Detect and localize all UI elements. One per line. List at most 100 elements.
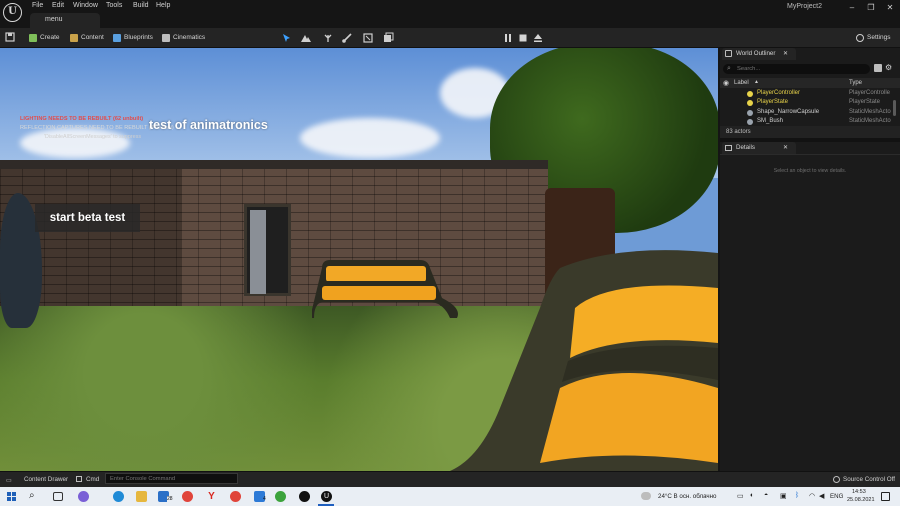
unreal-editor-icon[interactable]: U: [321, 491, 332, 502]
start-beta-test-button[interactable]: start beta test: [35, 204, 140, 232]
row-label: PlayerController: [757, 90, 801, 96]
menu-help[interactable]: Help: [156, 2, 170, 9]
opera-icon[interactable]: [182, 491, 193, 502]
landscape-mode-icon[interactable]: [300, 32, 312, 44]
lighting-warning: LIGHTING NEEDS TO BE REBUILT (62 unbuilt…: [20, 116, 144, 122]
details-hint: Select an object to view details.: [773, 168, 847, 174]
xbox-icon[interactable]: [275, 491, 286, 502]
close-icon[interactable]: ✕: [883, 2, 897, 14]
source-control-status[interactable]: Source Control Off: [843, 476, 895, 483]
level-viewport[interactable]: LIGHTING NEEDS TO BE REBUILT (62 unbuilt…: [0, 48, 718, 471]
tray-icon[interactable]: ◐: [750, 492, 754, 499]
blueprint-icon: [113, 34, 121, 42]
unreal-logo-icon[interactable]: U: [3, 3, 22, 22]
create-button[interactable]: Create: [29, 32, 60, 44]
row-label: SM_Bush: [757, 118, 784, 124]
eye-icon[interactable]: ◉: [723, 79, 729, 87]
terminal-icon: [76, 476, 82, 482]
fracture-mode-icon[interactable]: [362, 32, 374, 44]
wifi-icon[interactable]: ◠: [809, 492, 815, 500]
task-view-icon[interactable]: [53, 492, 63, 501]
browser-icon[interactable]: [230, 491, 241, 502]
search-icon: ⌕: [727, 65, 731, 72]
cloud: [300, 118, 440, 158]
settings-button[interactable]: Settings: [856, 32, 891, 44]
main-toolbar: Create Content Blueprints Cinematics Set…: [0, 28, 900, 48]
tray-icon[interactable]: ▭: [737, 492, 744, 500]
bluetooth-icon[interactable]: ᛒ: [795, 492, 799, 499]
menu-build[interactable]: Build: [133, 2, 149, 9]
create-label: Create: [40, 34, 60, 41]
level-tab[interactable]: menu: [30, 13, 100, 28]
windows-start-icon[interactable]: [7, 492, 16, 501]
column-label[interactable]: Label: [734, 80, 749, 86]
file-explorer-icon[interactable]: [136, 491, 147, 502]
cinematics-label: Cinematics: [173, 34, 206, 41]
select-mode-icon[interactable]: [281, 32, 293, 44]
close-tab-icon[interactable]: ✕: [783, 48, 788, 60]
row-type: PlayerControlle: [849, 90, 891, 96]
outliner-search-input[interactable]: [723, 64, 870, 74]
weather-text[interactable]: 24°C В осн. облачно: [658, 493, 716, 500]
stop-icon[interactable]: [517, 32, 529, 44]
foliage-mode-icon[interactable]: [322, 32, 334, 44]
outliner-row[interactable]: PlayerState PlayerState: [720, 98, 892, 107]
tray-icon[interactable]: ◓: [764, 492, 768, 499]
notification-badge: 4: [263, 496, 266, 502]
search-icon[interactable]: ⌕: [29, 490, 35, 501]
yandex-icon[interactable]: Y: [206, 491, 217, 502]
menu-tools[interactable]: Tools: [106, 2, 122, 9]
edge-icon[interactable]: [113, 491, 124, 502]
title-bar: U File Edit Window Tools Build Help menu…: [0, 0, 900, 28]
language-indicator[interactable]: ENG: [830, 493, 843, 500]
tab-details[interactable]: Details ✕: [722, 142, 796, 154]
mesh-paint-icon[interactable]: [341, 32, 353, 44]
create-icon: [29, 34, 37, 42]
eject-icon[interactable]: [532, 32, 544, 44]
close-tab-icon[interactable]: ✕: [783, 142, 788, 154]
settings-label: Settings: [867, 34, 891, 41]
menu-edit[interactable]: Edit: [52, 2, 64, 9]
tray-icon[interactable]: ▣: [780, 492, 787, 500]
level-tab-label: menu: [45, 16, 63, 23]
maximize-icon[interactable]: ❐: [864, 2, 878, 14]
content-drawer-button[interactable]: Content Drawer: [24, 476, 68, 483]
content-label: Content: [81, 34, 104, 41]
outliner-row[interactable]: PlayerController PlayerControlle: [720, 89, 892, 98]
console-command-input[interactable]: [105, 473, 238, 484]
door-panel: [250, 210, 266, 294]
cinematics-button[interactable]: Cinematics: [162, 32, 205, 44]
column-type[interactable]: Type: [849, 80, 862, 86]
gear-icon[interactable]: ⚙: [885, 63, 892, 72]
menu-window[interactable]: Window: [73, 2, 98, 9]
suppress-hint: 'DisableAllScreenMessages' to suppress: [44, 134, 142, 140]
blueprints-label: Blueprints: [124, 34, 153, 41]
save-icon[interactable]: [5, 32, 17, 44]
blueprints-button[interactable]: Blueprints: [113, 32, 153, 44]
minimize-icon[interactable]: –: [845, 2, 859, 14]
outliner-row[interactable]: Shape_NarrowCapsule StaticMeshActo: [720, 108, 892, 117]
menu-file[interactable]: File: [32, 2, 43, 9]
volume-icon[interactable]: ◀: [819, 492, 824, 500]
actor-count: 83 actors: [720, 126, 900, 138]
modeling-mode-icon[interactable]: [382, 32, 394, 44]
outliner-scrollbar[interactable]: [893, 100, 896, 116]
row-type: StaticMeshActo: [849, 109, 891, 115]
notification-center-icon[interactable]: [881, 492, 890, 501]
tab-world-outliner[interactable]: World Outliner ✕: [722, 48, 796, 60]
clock-date[interactable]: 25.08.2021: [847, 497, 875, 503]
source-control-icon: [833, 476, 840, 483]
outliner-row[interactable]: SM_Bush StaticMeshActo: [720, 117, 892, 126]
sort-arrow-icon: ▲: [754, 79, 759, 85]
chat-icon[interactable]: [78, 491, 89, 502]
cmd-button[interactable]: Cmd: [86, 476, 99, 483]
epic-games-icon[interactable]: [299, 491, 310, 502]
content-button[interactable]: Content: [70, 32, 104, 44]
pause-icon[interactable]: [502, 32, 514, 44]
row-label: Shape_NarrowCapsule: [757, 109, 820, 115]
divider: [720, 154, 900, 155]
clapper-icon: [162, 34, 170, 42]
details-label: Details: [736, 144, 755, 151]
clock-time[interactable]: 14:53: [852, 489, 866, 495]
add-folder-icon[interactable]: [874, 64, 882, 72]
